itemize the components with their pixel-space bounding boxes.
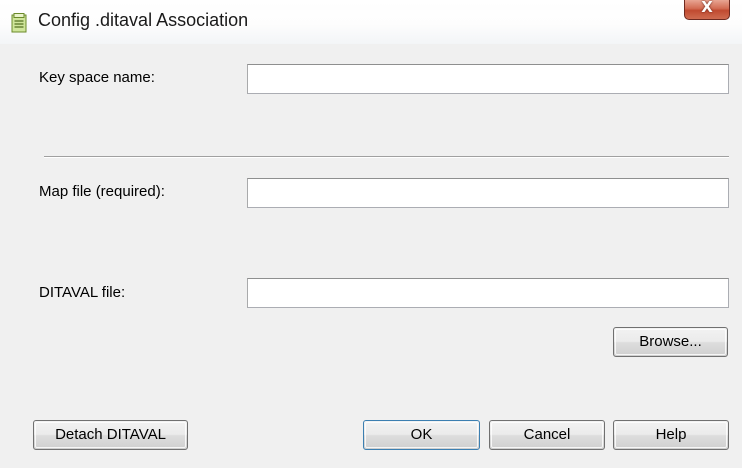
browse-button[interactable]: Browse... [613,327,728,357]
separator [44,156,729,158]
dialog-window: Config .ditaval Association X Key space … [0,0,742,468]
help-button[interactable]: Help [613,420,729,450]
key-space-name-input[interactable] [247,64,729,94]
key-space-name-label: Key space name: [39,69,155,86]
close-button[interactable]: X [684,0,730,20]
cancel-button[interactable]: Cancel [489,420,605,450]
document-icon [11,13,27,33]
detach-ditaval-button[interactable]: Detach DITAVAL [33,420,188,450]
window-title: Config .ditaval Association [38,10,249,30]
close-icon: X [701,0,713,16]
ok-button[interactable]: OK [363,420,480,450]
window-left-edge [0,44,8,468]
map-file-input[interactable] [247,178,729,208]
ditaval-file-input[interactable] [247,278,729,308]
title-bar: Config .ditaval Association X [0,0,742,44]
ditaval-file-label: DITAVAL file: [39,284,126,301]
map-file-label: Map file (required): [39,183,165,200]
